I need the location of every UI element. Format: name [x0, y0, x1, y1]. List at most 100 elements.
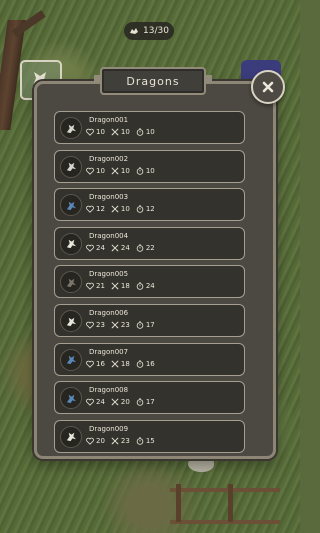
dragon-avatar: [60, 155, 82, 178]
speed-stat: 17: [136, 321, 155, 329]
dragon-stats: 24 20 17: [86, 398, 155, 406]
dragon-name: Dragon001: [89, 116, 129, 124]
speed-stat: 10: [136, 128, 155, 136]
stopwatch-icon: [136, 398, 144, 406]
dragon-name: Dragon009: [89, 424, 129, 433]
dragon-avatar: [60, 117, 82, 139]
health-stat: 12: [86, 205, 105, 213]
dragon-stats: 10 10 10: [86, 167, 155, 175]
dragon-name: Dragon008: [89, 386, 129, 395]
dragon-stats: 10 10 10: [86, 128, 155, 136]
dragon-name: Dragon006: [89, 309, 129, 317]
dragon-icon: [66, 240, 76, 249]
dragon-row[interactable]: Dragon004 24 24 22: [54, 226, 245, 260]
health-stat: 21: [86, 282, 105, 290]
dragon-avatar: [60, 271, 82, 294]
dragon-counter: 13/30: [124, 22, 174, 40]
dragon-stats: 24 24 22: [86, 244, 155, 252]
dragon-stats: 21 18 24: [86, 282, 155, 290]
heart-icon: [86, 321, 94, 329]
speed-value: 17: [145, 398, 155, 407]
speed-stat: 12: [136, 205, 155, 213]
attack-stat: 24: [111, 244, 130, 252]
health-stat: 16: [86, 360, 105, 368]
attack-value: 10: [120, 205, 130, 214]
panel-title: Dragons: [94, 67, 212, 95]
speed-stat: 15: [136, 437, 155, 445]
dragon-icon: [66, 124, 76, 133]
health-value: 21: [96, 282, 105, 291]
health-stat: 20: [86, 437, 105, 445]
panel-title-text: Dragons: [126, 74, 180, 88]
heart-icon: [86, 244, 94, 252]
stopwatch-icon: [136, 321, 144, 329]
health-stat: 24: [86, 244, 105, 252]
dragon-row[interactable]: Dragon006 23 23 17: [54, 304, 245, 337]
dragon-row[interactable]: Dragon009 20 23 15: [54, 419, 245, 453]
heart-icon: [86, 283, 94, 291]
speed-value: 12: [145, 205, 155, 214]
heart-icon: [86, 398, 94, 406]
dragon-avatar: [60, 310, 82, 332]
dragon-avatar: [60, 194, 82, 217]
dragon-row[interactable]: Dragon001 10 10 10: [54, 111, 245, 144]
fence: [170, 488, 280, 524]
attack-value: 24: [120, 243, 130, 252]
dragon-icon: [66, 162, 76, 172]
attack-value: 20: [120, 398, 130, 407]
swords-icon: [111, 437, 119, 445]
dragon-icon: [66, 278, 76, 288]
dragon-avatar: [60, 348, 82, 371]
dragon-row[interactable]: Dragon003 12 10 12: [54, 188, 245, 222]
stopwatch-icon: [136, 128, 144, 136]
stopwatch-icon: [136, 359, 144, 368]
swords-icon: [111, 167, 119, 175]
attack-stat: 10: [111, 167, 130, 175]
stopwatch-icon: [136, 166, 144, 175]
swords-icon: [111, 244, 119, 252]
dragon-avatar: [60, 387, 82, 410]
speed-value: 16: [145, 359, 155, 368]
health-stat: 23: [86, 321, 105, 329]
speed-value: 17: [145, 321, 155, 329]
health-value: 10: [96, 166, 105, 175]
dragon-row[interactable]: Dragon008 24 20 17: [54, 381, 245, 415]
heart-icon: [86, 360, 94, 368]
attack-stat: 10: [111, 128, 130, 136]
dragon-avatar: [60, 232, 82, 255]
fence-post: [176, 484, 181, 522]
dragon-stats: 20 23 15: [86, 437, 155, 445]
attack-value: 23: [120, 321, 130, 329]
fence-post: [228, 484, 233, 522]
dragon-icon: [66, 433, 76, 442]
attack-stat: 20: [111, 398, 130, 406]
dragon-name: Dragon007: [89, 347, 129, 356]
swords-icon: [111, 128, 119, 136]
health-value: 16: [96, 359, 105, 368]
dragon-icon: [66, 201, 76, 210]
dragon-row[interactable]: Dragon005 21 18 24: [54, 265, 245, 299]
dragon-icon: [66, 317, 76, 326]
attack-stat: 10: [111, 205, 130, 213]
dragon-name: Dragon002: [89, 154, 129, 163]
speed-stat: 24: [136, 282, 155, 290]
speed-value: 10: [145, 128, 155, 136]
health-stat: 24: [86, 398, 105, 406]
health-value: 24: [96, 398, 105, 407]
speed-stat: 16: [136, 360, 155, 368]
dragon-row[interactable]: Dragon007 16 18 16: [54, 342, 245, 376]
dragon-row[interactable]: Dragon002 10 10 10: [54, 149, 245, 183]
close-button[interactable]: [251, 70, 285, 104]
attack-value: 18: [120, 359, 130, 368]
counter-text: 13/30: [143, 26, 169, 36]
swords-icon: [111, 321, 119, 329]
dragon-stats: 16 18 16: [86, 360, 155, 368]
attack-value: 23: [120, 436, 130, 445]
attack-value: 18: [120, 282, 130, 291]
heart-icon: [86, 437, 94, 445]
speed-value: 24: [145, 282, 155, 291]
health-stat: 10: [86, 128, 105, 136]
health-value: 23: [96, 321, 105, 329]
swords-icon: [111, 205, 119, 213]
attack-stat: 23: [111, 437, 130, 445]
